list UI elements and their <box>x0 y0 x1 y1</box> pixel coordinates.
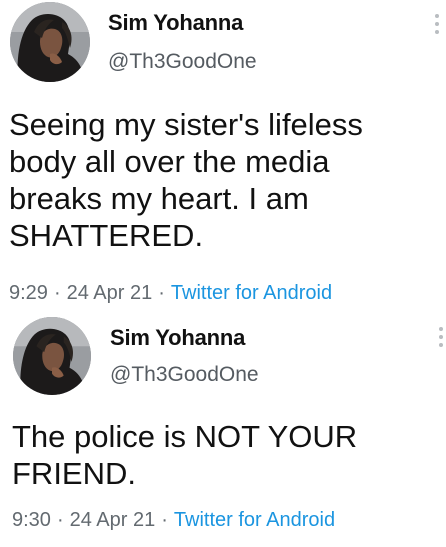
tweet-time[interactable]: 9:29 <box>9 282 48 304</box>
tweet-time[interactable]: 9:30 <box>12 509 51 531</box>
tweet-card[interactable]: Sim Yohanna @Th3GoodOne Seeing my sister… <box>0 0 446 315</box>
tweet-source-link[interactable]: Twitter for Android <box>171 282 332 304</box>
user-handle[interactable]: @Th3GoodOne <box>108 50 257 74</box>
tweet-card[interactable]: Sim Yohanna @Th3GoodOne The police is NO… <box>0 315 446 547</box>
tweet-text-line: Seeing my sister's lifeless <box>9 107 363 142</box>
profile-photo-icon <box>13 317 91 395</box>
meta-separator: · <box>53 282 61 304</box>
tweet-text-line: body all over the media <box>9 144 330 179</box>
tweet-text-line: SHATTERED. <box>9 218 204 253</box>
tweet-meta: 9:29 · 24 Apr 21 · Twitter for Android <box>9 282 332 305</box>
tweet-date[interactable]: 24 Apr 21 <box>70 509 156 531</box>
tweet-source-link[interactable]: Twitter for Android <box>174 509 335 531</box>
tweet-text-line: breaks my heart. I am <box>9 181 309 216</box>
tweet-text: The police is NOT YOUR FRIEND. <box>12 418 357 492</box>
meta-separator: · <box>56 509 64 531</box>
tweet-text-line: The police is NOT YOUR <box>12 419 358 454</box>
more-vertical-icon[interactable] <box>430 14 444 40</box>
display-name[interactable]: Sim Yohanna <box>110 325 245 351</box>
avatar[interactable] <box>10 2 90 82</box>
tweet-meta: 9:30 · 24 Apr 21 · Twitter for Android <box>12 509 335 532</box>
meta-separator: · <box>161 509 168 531</box>
tweet-date[interactable]: 24 Apr 21 <box>67 282 153 304</box>
tweet-text: Seeing my sister's lifeless body all ove… <box>9 106 363 254</box>
user-handle[interactable]: @Th3GoodOne <box>110 363 259 387</box>
display-name[interactable]: Sim Yohanna <box>108 10 243 36</box>
meta-separator: · <box>158 282 165 304</box>
more-vertical-icon[interactable] <box>434 327 446 353</box>
avatar[interactable] <box>13 317 91 395</box>
tweet-text-line: FRIEND. <box>12 456 136 491</box>
profile-photo-icon <box>10 2 90 82</box>
